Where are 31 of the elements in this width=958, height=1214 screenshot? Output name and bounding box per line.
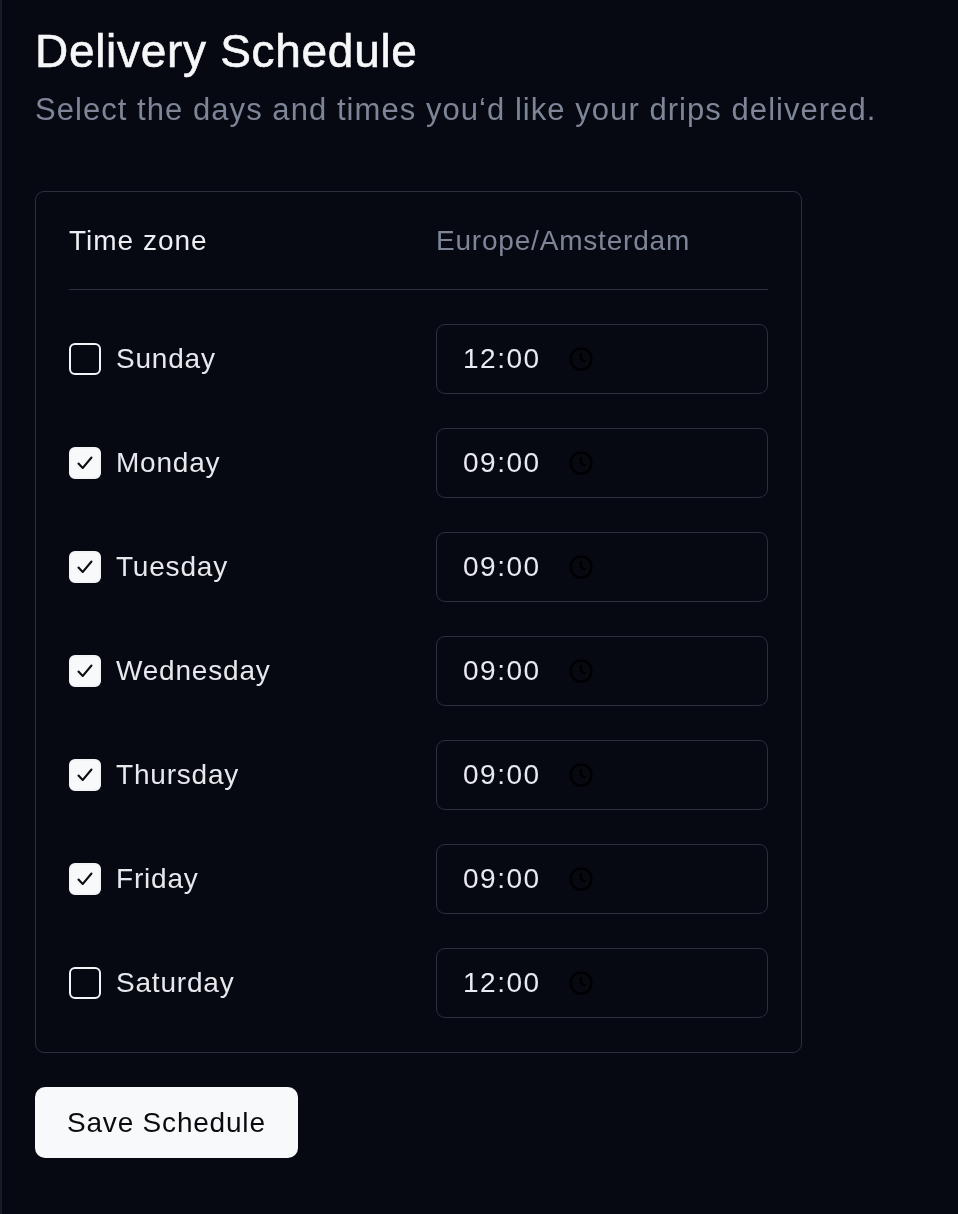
checkmark-icon bbox=[77, 664, 93, 678]
page-subtitle: Select the days and times you‘d like your drips delivered. bbox=[35, 91, 877, 129]
page-title: Delivery Schedule bbox=[35, 24, 418, 79]
time-field[interactable]: 12:00 bbox=[436, 948, 768, 1018]
time-field[interactable]: 12:00 bbox=[436, 324, 768, 394]
time-field[interactable]: 09:00 bbox=[436, 844, 768, 914]
checkbox[interactable] bbox=[69, 551, 101, 583]
save-button[interactable]: Save Schedule bbox=[35, 1087, 298, 1158]
day-label: Thursday bbox=[116, 759, 240, 791]
day-label: Sunday bbox=[116, 343, 216, 375]
checkbox[interactable] bbox=[69, 655, 101, 687]
day-label: Wednesday bbox=[116, 655, 271, 687]
checkbox[interactable] bbox=[69, 447, 101, 479]
timezone-label: Time zone bbox=[69, 224, 208, 257]
day-label: Tuesday bbox=[116, 551, 228, 583]
time-field[interactable]: 09:00 bbox=[436, 636, 768, 706]
time-field[interactable]: 09:00 bbox=[436, 428, 768, 498]
day-label: Saturday bbox=[116, 967, 235, 999]
checkbox[interactable] bbox=[69, 343, 101, 375]
day-label: Friday bbox=[116, 863, 199, 895]
checkmark-icon bbox=[77, 456, 93, 470]
checkbox[interactable] bbox=[69, 863, 101, 895]
time-field[interactable]: 09:00 bbox=[436, 532, 768, 602]
checkbox[interactable] bbox=[69, 967, 101, 999]
checkmark-icon bbox=[77, 560, 93, 574]
checkmark-icon bbox=[77, 768, 93, 782]
checkbox[interactable] bbox=[69, 759, 101, 791]
checkmark-icon bbox=[77, 872, 93, 886]
time-field[interactable]: 09:00 bbox=[436, 740, 768, 810]
day-label: Monday bbox=[116, 447, 221, 479]
timezone-value: Europe/Amsterdam bbox=[436, 224, 690, 257]
